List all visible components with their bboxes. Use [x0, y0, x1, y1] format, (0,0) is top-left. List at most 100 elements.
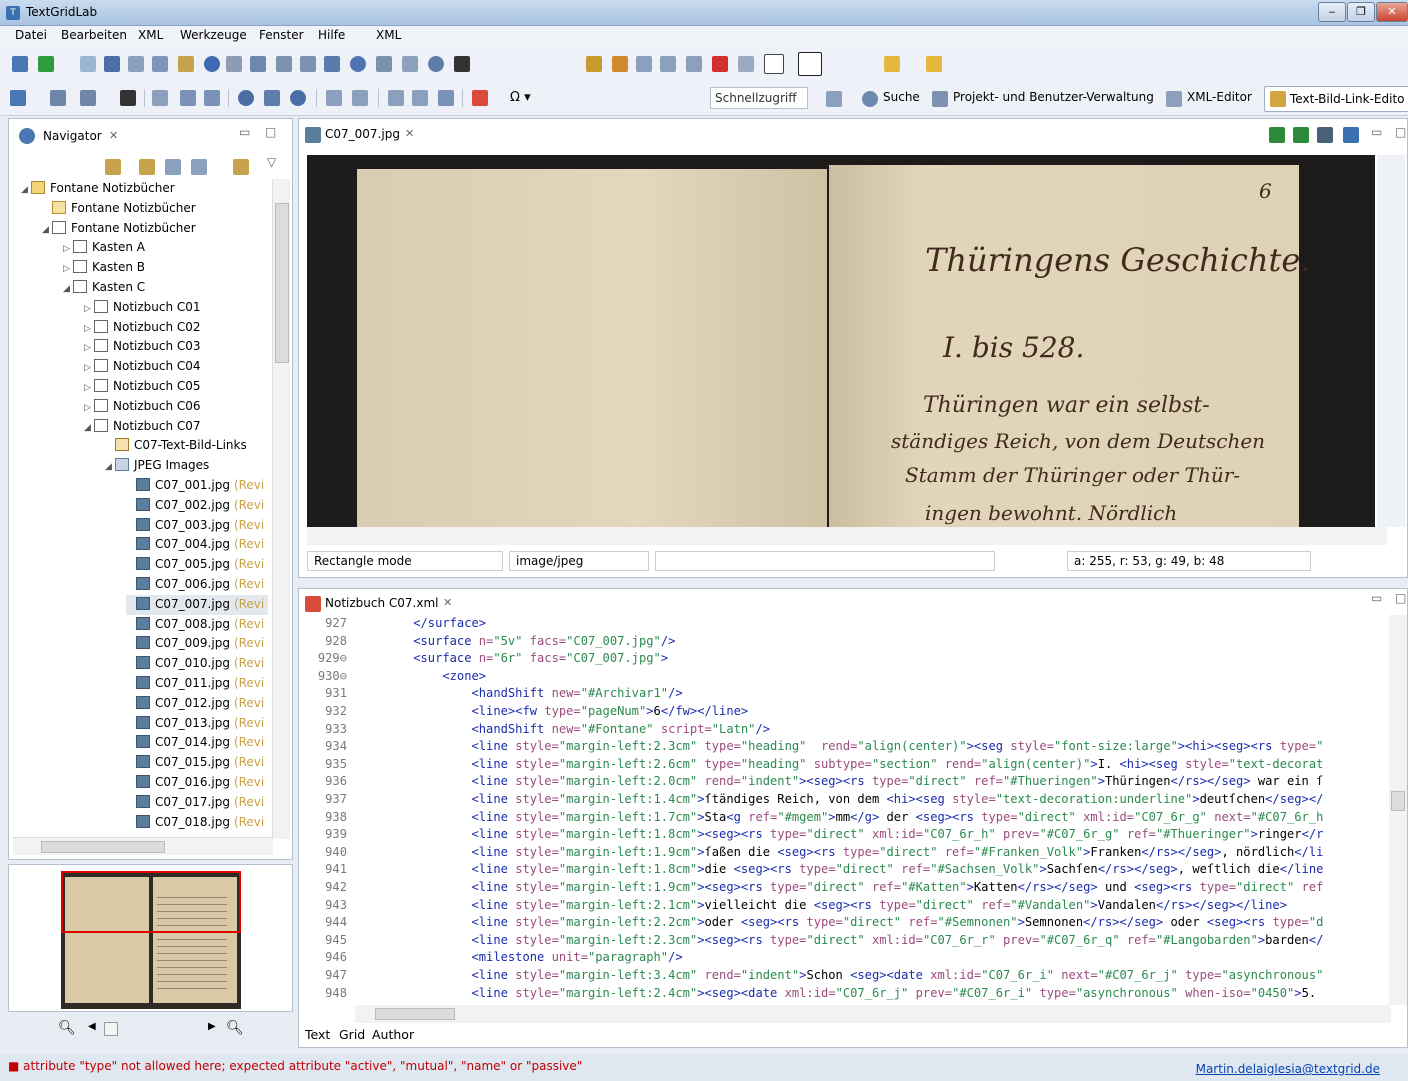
overview-viewport-rectangle[interactable]	[61, 871, 241, 933]
tree-expand-icon[interactable]: ▷	[84, 339, 94, 358]
tree-expand-icon[interactable]: ▷	[63, 260, 73, 279]
tree-expand-icon[interactable]: ▷	[84, 399, 94, 418]
remove-icon[interactable]	[120, 90, 136, 106]
save-icon[interactable]	[80, 56, 96, 72]
minimize-view-icon[interactable]: ▭	[1371, 591, 1382, 605]
format-icon[interactable]	[388, 90, 404, 106]
indent-icon[interactable]	[412, 90, 428, 106]
collapse-all-icon[interactable]	[165, 159, 181, 175]
perspective-tbl-editor[interactable]: Text-Bild-Link-Edito	[1264, 86, 1408, 112]
tree-item[interactable]: C07_004.jpg (Revi	[126, 535, 264, 555]
new-icon[interactable]	[38, 56, 54, 72]
comment-icon[interactable]	[438, 90, 454, 106]
menu-hilfe[interactable]: Hilfe	[318, 28, 345, 42]
run-config-icon[interactable]	[290, 90, 306, 106]
arrow-up-icon[interactable]	[926, 56, 942, 72]
play-icon[interactable]	[238, 90, 254, 106]
maximize-view-icon[interactable]: □	[1395, 125, 1406, 139]
tab-grid[interactable]: Grid	[339, 1027, 365, 1042]
close-icon[interactable]	[454, 56, 470, 72]
tree-item[interactable]: ▷ Notizbuch C01	[84, 298, 201, 318]
tree-item[interactable]: ▷ Kasten A	[63, 238, 145, 258]
book-icon[interactable]	[152, 56, 168, 72]
tree-expand-icon[interactable]: ▷	[84, 300, 94, 319]
zoom-right-arrow[interactable]: ▶	[208, 1021, 216, 1032]
document-icon[interactable]	[152, 90, 168, 106]
tree-item[interactable]: C07_002.jpg (Revi	[126, 496, 264, 516]
minimize-button[interactable]: ‒	[1318, 2, 1346, 22]
perspective-project[interactable]: Projekt- und Benutzer-Verwaltung	[953, 90, 1154, 104]
wrench-icon[interactable]	[1343, 127, 1359, 143]
tree-item[interactable]: ◢ JPEG Images	[105, 456, 209, 476]
tree-item[interactable]: C07_010.jpg (Revi	[126, 654, 264, 674]
zoom-in-icon[interactable]: 🔍︎	[226, 1020, 244, 1036]
link-editor-icon[interactable]	[139, 159, 155, 175]
home-icon[interactable]	[12, 56, 28, 72]
maximize-button[interactable]: ❐	[1347, 2, 1375, 22]
tag-icon[interactable]	[180, 90, 196, 106]
tree-item[interactable]: C07_014.jpg (Revi	[126, 733, 264, 753]
close-tab-icon[interactable]: ✕	[443, 596, 452, 609]
user-account-link[interactable]: Martin.delaiglesia@textgrid.de	[1196, 1062, 1380, 1076]
debug-icon[interactable]	[264, 90, 280, 106]
open-perspective-icon[interactable]	[826, 91, 842, 107]
tree-item[interactable]: C07-Text-Bild-Links	[105, 436, 247, 456]
tree-item[interactable]: ◢ Kasten C	[63, 278, 145, 298]
help-icon[interactable]	[428, 56, 444, 72]
tree-expand-icon[interactable]: ▷	[84, 379, 94, 398]
image-tool-icon[interactable]	[276, 56, 292, 72]
tree-item[interactable]: C07_016.jpg (Revi	[126, 773, 264, 793]
save-as-link-icon[interactable]	[660, 56, 676, 72]
refresh-icon[interactable]	[233, 159, 249, 175]
share-icon[interactable]	[104, 56, 120, 72]
perspective-suche[interactable]: Suche	[883, 90, 920, 104]
navigator-horizontal-scrollbar[interactable]	[13, 837, 273, 855]
manuscript-image[interactable]: 6 Thüringens Geschichte. I. bis 528. Thü…	[307, 155, 1375, 527]
tree-expand-icon[interactable]: ▷	[84, 320, 94, 339]
globe-icon[interactable]	[204, 56, 220, 72]
menu-xml[interactable]: XML	[138, 28, 163, 42]
menu-fenster[interactable]: Fenster	[259, 28, 304, 42]
gallery-icon[interactable]	[300, 56, 316, 72]
close-tab-icon[interactable]: ✕	[405, 127, 414, 140]
quick-access-input[interactable]: Schnellzugriff	[710, 87, 808, 109]
target-icon[interactable]	[350, 56, 366, 72]
close-window-button[interactable]: ✕	[1376, 2, 1408, 22]
tree-item[interactable]: Fontane Notizbücher	[42, 199, 196, 219]
zoom-slider-thumb[interactable]	[104, 1022, 118, 1036]
tree-item[interactable]: ◢ Notizbuch C07	[84, 417, 201, 437]
xml-horizontal-scrollbar[interactable]	[355, 1005, 1391, 1023]
tree-item[interactable]: C07_001.jpg (Revi	[126, 476, 264, 496]
menu-werkzeuge[interactable]: Werkzeuge	[180, 28, 247, 42]
save-link-icon[interactable]	[636, 56, 652, 72]
omega-button[interactable]: Ω ▾	[510, 90, 531, 105]
tree-item[interactable]: C07_012.jpg (Revi	[126, 694, 264, 714]
tree-item[interactable]: ▷ Notizbuch C05	[84, 377, 201, 397]
sync-icon[interactable]	[105, 159, 121, 175]
minimize-view-icon[interactable]: ▭	[239, 125, 250, 139]
font-larger-icon[interactable]	[798, 52, 822, 76]
filter-icon[interactable]	[191, 159, 207, 175]
link-copy-icon[interactable]	[1293, 127, 1309, 143]
tree-item[interactable]: ▷ Notizbuch C02	[84, 318, 201, 338]
grid-view-icon[interactable]	[128, 56, 144, 72]
tab-author[interactable]: Author	[372, 1027, 414, 1042]
tool-icon[interactable]	[226, 56, 242, 72]
special-char-icon[interactable]	[472, 90, 488, 106]
minimize-view-icon[interactable]: ▭	[1371, 125, 1382, 139]
tree-expand-icon[interactable]: ◢	[105, 458, 115, 477]
tree-item[interactable]: C07_003.jpg (Revi	[126, 516, 264, 536]
zoom-out-icon[interactable]: 🔍︎	[58, 1020, 76, 1036]
tree-item[interactable]: C07_011.jpg (Revi	[126, 674, 264, 694]
pencil-check-icon[interactable]	[50, 90, 66, 106]
tree-expand-icon[interactable]: ◢	[63, 280, 73, 299]
tree-item[interactable]: C07_009.jpg (Revi	[126, 634, 264, 654]
menu-datei[interactable]: Datei	[15, 28, 47, 42]
xml-vertical-scrollbar[interactable]	[1389, 615, 1407, 1005]
menu-xml-2[interactable]: XML	[376, 28, 401, 42]
tree-expand-icon[interactable]: ◢	[42, 221, 52, 240]
tree-expand-icon[interactable]: ◢	[21, 181, 31, 200]
xml-editor-tab[interactable]: Notizbuch C07.xml ✕	[299, 589, 469, 617]
font-smaller-icon[interactable]	[764, 54, 784, 74]
zoom-tool-icon[interactable]	[324, 56, 340, 72]
